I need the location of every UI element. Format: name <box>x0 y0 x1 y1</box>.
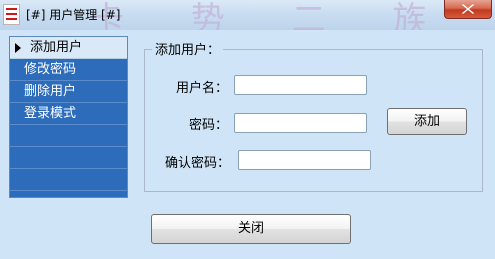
sidebar-item-add-user[interactable]: 添加用户 <box>10 37 127 59</box>
close-window-button[interactable] <box>444 0 492 19</box>
sidebar-item-delete-user[interactable]: 删除用户 <box>10 81 127 103</box>
close-button[interactable]: 关闭 <box>151 214 351 244</box>
window-content: 添加用户 修改密码 删除用户 登录模式 添加用户： 用户名： 密码： 确认密码：… <box>0 30 495 259</box>
sidebar-item-label: 登录模式 <box>24 106 77 121</box>
confirm-password-field[interactable] <box>238 150 371 170</box>
user-management-window: 卡 势 二 族 [#] 用户管理 [#] 添加用户 修改密码 删除用户 登录模式 <box>0 0 495 259</box>
sidebar-item-empty[interactable] <box>10 169 127 191</box>
groupbox-legend: 添加用户： <box>152 39 224 58</box>
password-field[interactable] <box>234 113 367 133</box>
sidebar-item-label: 修改密码 <box>24 62 77 77</box>
sidebar-item-change-password[interactable]: 修改密码 <box>10 59 127 81</box>
sidebar-item-label: 添加用户 <box>30 40 83 55</box>
username-label: 用户名： <box>176 81 229 96</box>
username-field[interactable] <box>234 75 367 95</box>
sidebar-item-empty[interactable] <box>10 125 127 147</box>
confirm-password-label: 确认密码： <box>165 156 231 171</box>
add-button[interactable]: 添加 <box>387 108 467 135</box>
window-title: [#] 用户管理 [#] <box>26 8 121 22</box>
app-icon[interactable] <box>3 4 20 25</box>
sidebar-item-empty[interactable] <box>10 147 127 169</box>
selected-arrow-icon <box>15 43 21 53</box>
sidebar-item-login-mode[interactable]: 登录模式 <box>10 103 127 125</box>
close-icon <box>462 4 474 14</box>
password-label: 密码： <box>189 118 229 133</box>
sidebar-item-label: 删除用户 <box>24 84 77 99</box>
title-bar[interactable]: 卡 势 二 族 [#] 用户管理 [#] <box>0 0 495 40</box>
sidebar-nav: 添加用户 修改密码 删除用户 登录模式 <box>9 36 128 198</box>
